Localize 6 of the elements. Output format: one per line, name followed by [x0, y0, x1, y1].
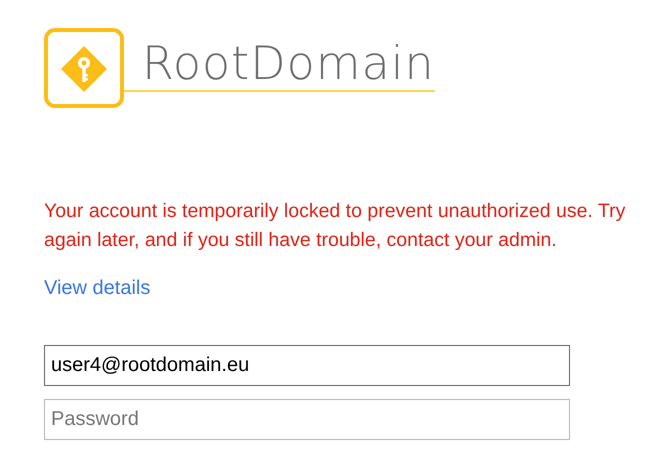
key-logo-icon	[44, 28, 124, 108]
email-field[interactable]: user4@rootdomain.eu	[44, 345, 570, 386]
password-field[interactable]: Password	[44, 399, 570, 440]
view-details-link[interactable]: View details	[44, 277, 150, 300]
logo-wordmark: RootDomain	[124, 36, 435, 92]
error-message: Your account is temporarily locked to prevent unauthorized use. Try again later, and if you still have trouble, contact your admin.	[44, 199, 626, 253]
